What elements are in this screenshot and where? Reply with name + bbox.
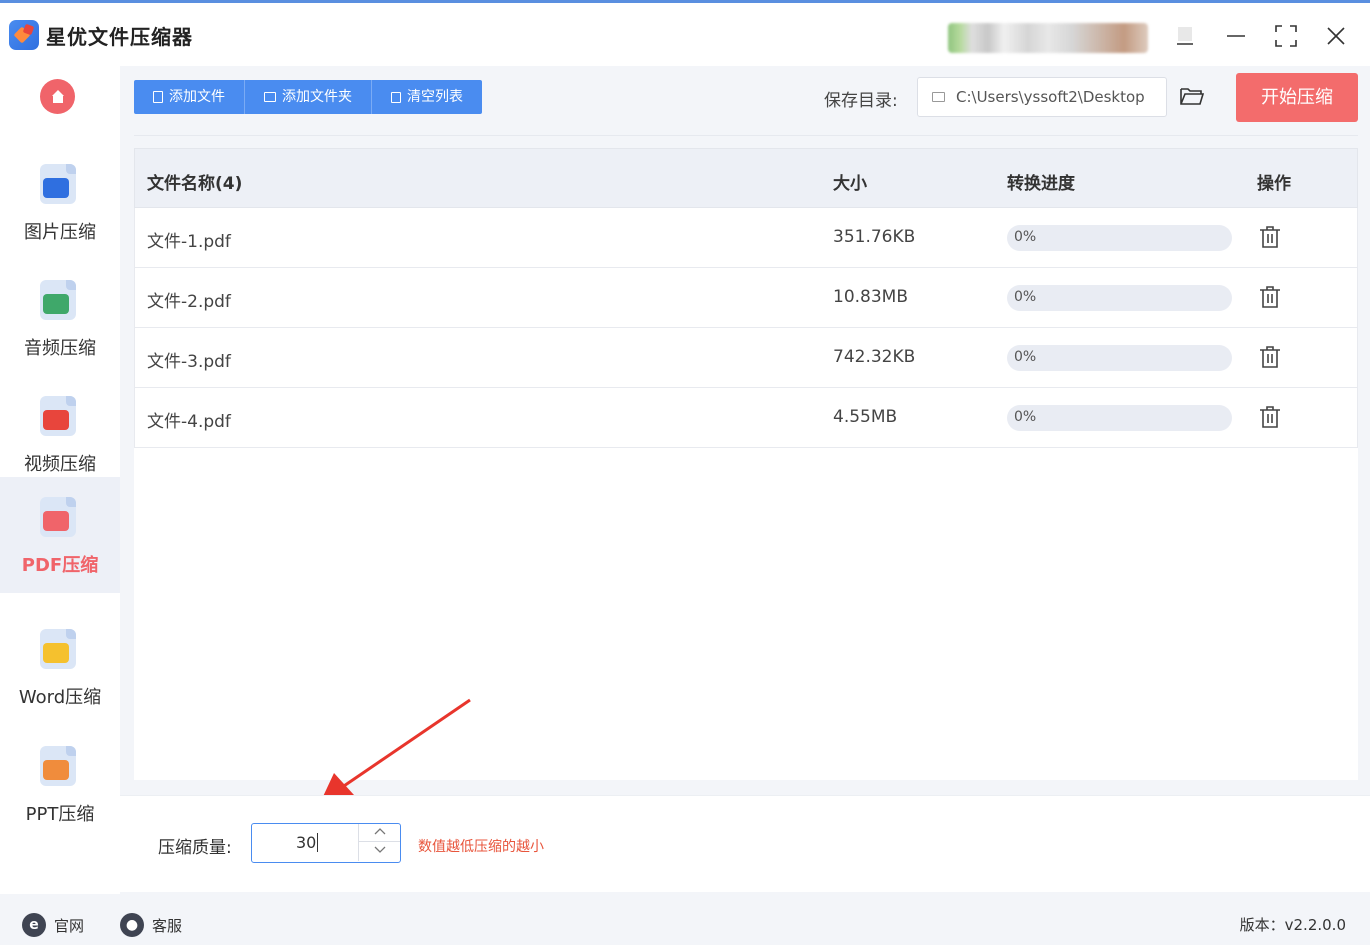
ppt-icon — [40, 746, 76, 786]
sidebar-item-label: PDF压缩 — [21, 555, 99, 576]
file-size: 742.32KB — [833, 347, 916, 367]
version-text: 版本：v2.2.0.0 — [1239, 916, 1346, 934]
column-header-name: 文件名称(4) — [147, 174, 243, 194]
sidebar-item-ppt-compress[interactable]: PPT压缩 — [0, 726, 120, 842]
file-button-group: 添加文件 添加文件夹 清空列表 — [134, 80, 482, 114]
browser-icon: e — [22, 913, 46, 937]
file-name: 文件-3.pdf — [147, 352, 231, 372]
column-header-progress: 转换进度 — [1007, 174, 1075, 194]
stepper-buttons — [358, 824, 400, 861]
sidebar-item-audio-compress[interactable]: 音频压缩 — [0, 260, 120, 376]
delete-icon[interactable] — [1259, 285, 1281, 309]
pdf-icon — [40, 497, 76, 537]
progress-text: 0% — [1014, 289, 1037, 305]
save-dir-input[interactable]: C:\Users\yssoft2\Desktop — [917, 77, 1167, 117]
website-link[interactable]: e 官网 — [22, 913, 84, 937]
file-name: 文件-4.pdf — [147, 412, 231, 432]
progress-text: 0% — [1014, 229, 1037, 245]
start-compress-button[interactable]: 开始压缩 — [1236, 73, 1358, 122]
app-title: 星优文件压缩器 — [46, 25, 193, 49]
video-icon — [40, 396, 76, 436]
quality-hint: 数值越低压缩的越小 — [418, 839, 544, 855]
table-row[interactable]: 文件-2.pdf 10.83MB 0% — [134, 268, 1358, 328]
add-folder-label: 添加文件夹 — [282, 89, 352, 105]
quality-stepper[interactable]: 30 — [251, 823, 401, 863]
sidebar-item-label: PPT压缩 — [25, 804, 95, 825]
browse-folder-icon[interactable] — [1179, 84, 1205, 108]
title-bar: 星优文件压缩器 — [0, 0, 1370, 66]
add-folder-button[interactable]: 添加文件夹 — [245, 80, 372, 114]
file-name: 文件-2.pdf — [147, 292, 231, 312]
maximize-icon[interactable] — [1273, 23, 1299, 49]
website-label: 官网 — [54, 916, 85, 935]
delete-icon[interactable] — [1259, 225, 1281, 249]
save-dir-value: C:\Users\yssoft2\Desktop — [956, 88, 1145, 106]
folder-icon — [264, 92, 276, 102]
compression-settings: 压缩质量: 30 数值越低压缩的越小 — [120, 795, 1370, 892]
progress-text: 0% — [1014, 349, 1037, 365]
support-link[interactable]: ● 客服 — [120, 913, 182, 937]
delete-icon[interactable] — [1259, 345, 1281, 369]
image-icon — [40, 164, 76, 204]
column-header-size: 大小 — [833, 174, 867, 194]
user-account-avatar[interactable] — [948, 23, 1148, 53]
progress-bar: 0% — [1007, 405, 1232, 431]
sidebar-item-label: Word压缩 — [18, 687, 102, 708]
sidebar-item-word-compress[interactable]: Word压缩 — [0, 609, 120, 725]
progress-bar: 0% — [1007, 285, 1232, 311]
table-row[interactable]: 文件-1.pdf 351.76KB 0% — [134, 208, 1358, 268]
status-bar: e 官网 ● 客服 版本：v2.2.0.0 — [0, 900, 1370, 945]
folder-icon — [932, 92, 945, 102]
increment-icon[interactable] — [359, 824, 400, 842]
home-icon[interactable] — [40, 79, 75, 114]
file-size: 10.83MB — [833, 287, 908, 307]
trash-icon — [391, 91, 401, 103]
sidebar-item-pdf-compress[interactable]: PDF压缩 — [0, 477, 120, 593]
clear-list-label: 清空列表 — [407, 89, 463, 105]
minimize-icon[interactable] — [1223, 23, 1249, 49]
table-header: 文件名称(4) 大小 转换进度 操作 — [134, 148, 1358, 208]
pin-icon[interactable] — [1172, 23, 1198, 49]
progress-bar: 0% — [1007, 345, 1232, 371]
file-icon — [153, 91, 163, 103]
decrement-icon[interactable] — [359, 843, 400, 861]
table-row[interactable]: 文件-4.pdf 4.55MB 0% — [134, 388, 1358, 448]
quality-label: 压缩质量: — [158, 838, 232, 858]
sidebar-item-video-compress[interactable]: 视频压缩 — [0, 376, 120, 492]
progress-bar: 0% — [1007, 225, 1232, 251]
column-header-action: 操作 — [1257, 174, 1291, 194]
file-size: 4.55MB — [833, 407, 898, 427]
app-logo-icon — [9, 20, 39, 50]
quality-value: 30 — [296, 833, 319, 852]
word-icon — [40, 629, 76, 669]
sidebar-item-label: 图片压缩 — [24, 222, 96, 243]
support-label: 客服 — [152, 916, 183, 935]
table-row[interactable]: 文件-3.pdf 742.32KB 0% — [134, 328, 1358, 388]
file-name: 文件-1.pdf — [147, 232, 231, 252]
sidebar-item-label: 音频压缩 — [24, 338, 96, 359]
annotation-arrow — [320, 698, 471, 803]
sidebar-item-label: 视频压缩 — [24, 454, 96, 475]
toolbar: 添加文件 添加文件夹 清空列表 保存目录: C:\Users\yssoft2\D… — [134, 66, 1358, 136]
file-size: 351.76KB — [833, 227, 916, 247]
chat-icon: ● — [120, 913, 144, 937]
add-file-button[interactable]: 添加文件 — [134, 80, 245, 114]
add-file-label: 添加文件 — [169, 89, 225, 105]
progress-text: 0% — [1014, 409, 1037, 425]
clear-list-button[interactable]: 清空列表 — [372, 80, 482, 114]
sidebar-item-image-compress[interactable]: 图片压缩 — [0, 144, 120, 260]
sidebar: 图片压缩 音频压缩 视频压缩 PDF压缩 Word压缩 PPT压缩 — [0, 66, 120, 894]
save-dir-label: 保存目录: — [824, 91, 898, 111]
delete-icon[interactable] — [1259, 405, 1281, 429]
music-icon — [40, 280, 76, 320]
file-table: 文件名称(4) 大小 转换进度 操作 文件-1.pdf 351.76KB 0% … — [134, 148, 1358, 780]
close-icon[interactable] — [1323, 23, 1349, 49]
